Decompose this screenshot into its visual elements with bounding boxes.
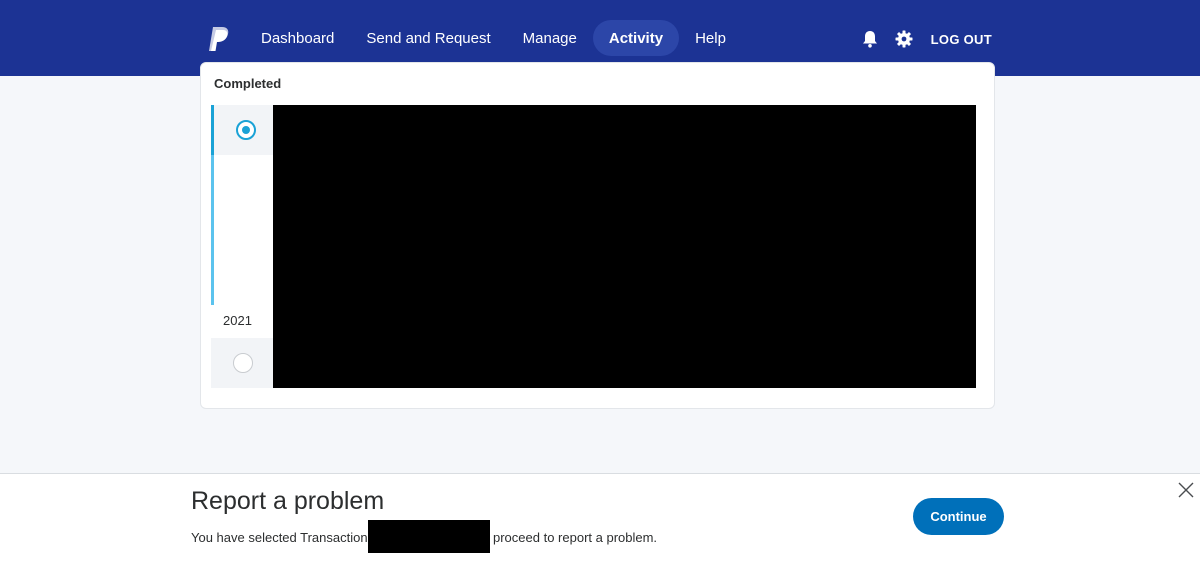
transaction-radio[interactable] [233, 353, 253, 373]
nav-dashboard[interactable]: Dashboard [245, 20, 350, 56]
nav-help[interactable]: Help [679, 20, 742, 56]
report-title: Report a problem [191, 487, 385, 515]
redacted-transactions [273, 105, 976, 388]
activity-card: Completed 2021 [200, 62, 995, 409]
report-problem-panel: Report a problem You have selected Trans… [0, 473, 1200, 565]
nav-manage[interactable]: Manage [507, 20, 593, 56]
redacted-transaction-id [368, 520, 490, 553]
paypal-logo-icon[interactable] [207, 25, 231, 53]
bell-icon[interactable] [859, 28, 881, 50]
completed-section-label: Completed [214, 76, 282, 91]
transaction-radio-selected[interactable] [236, 120, 256, 140]
nav-send-and-request[interactable]: Send and Request [350, 20, 506, 56]
continue-button[interactable]: Continue [913, 498, 1004, 535]
close-icon[interactable] [1177, 481, 1195, 499]
report-text-after: proceed to report a problem. [493, 530, 658, 545]
timeline-line [211, 155, 214, 305]
report-text-before: You have selected Transaction [191, 530, 368, 545]
header-actions: LOG OUT [859, 28, 992, 50]
nav-activity[interactable]: Activity [592, 20, 680, 56]
gear-icon[interactable] [893, 28, 915, 50]
year-label: 2021 [223, 313, 252, 328]
main-nav: Dashboard Send and Request Manage Activi… [245, 20, 742, 56]
logout-link[interactable]: LOG OUT [931, 32, 992, 47]
